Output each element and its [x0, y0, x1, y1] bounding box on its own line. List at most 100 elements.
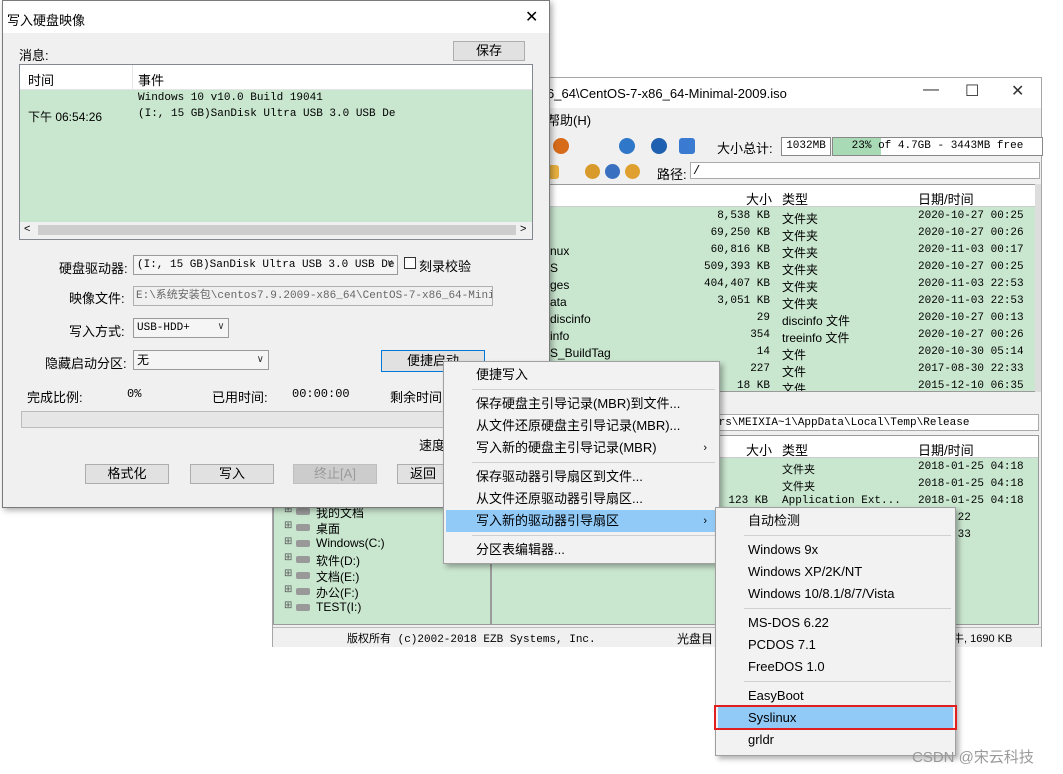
- file-size: 404,407 KB: [703, 278, 770, 290]
- capacity-bar: 23% of 4.7GB - 3443MB free: [832, 137, 1043, 156]
- dialog-close-icon[interactable]: ✕: [525, 7, 538, 27]
- menu-item-partition-editor[interactable]: 分区表编辑器...: [446, 539, 717, 561]
- minimize-icon[interactable]: —: [923, 81, 939, 99]
- elapsed-value: 00:00:00: [292, 387, 350, 401]
- burn-icon[interactable]: [553, 138, 569, 154]
- status-disc: 光盘目: [677, 632, 714, 646]
- hidden-partition-label: 隐藏启动分区:: [45, 356, 127, 371]
- submenu-item-pcdos[interactable]: PCDOS 7.1: [718, 634, 953, 656]
- expand-icon[interactable]: ⊞: [284, 600, 292, 611]
- close-icon[interactable]: ✕: [1011, 81, 1024, 101]
- menu-item-write-mbr[interactable]: 写入新的硬盘主引导记录(MBR) ›: [446, 437, 717, 459]
- iso-file-row[interactable]: ges 404,407 KB 文件夹 2020-11-03 22:53: [550, 277, 1038, 294]
- iso-file-row[interactable]: S 509,393 KB 文件夹 2020-10-27 00:25: [550, 260, 1038, 277]
- submenu-item-win9x[interactable]: Windows 9x: [718, 539, 953, 561]
- drive-select[interactable]: (I:, 15 GB)SanDisk Ultra USB 3.0 USB De ∨: [133, 255, 398, 275]
- submenu-item-auto-detect[interactable]: 自动检测: [718, 510, 953, 532]
- expand-icon[interactable]: ⊞: [284, 552, 292, 563]
- menu-separator: [472, 462, 715, 463]
- submenu-item-winxp[interactable]: Windows XP/2K/NT: [718, 561, 953, 583]
- save-button[interactable]: 保存: [453, 41, 525, 61]
- size-total-value: 1032MB: [781, 137, 831, 156]
- log-hscrollbar[interactable]: < >: [20, 222, 532, 239]
- mount-icon[interactable]: [625, 164, 640, 179]
- write-mode-label: 写入方式:: [69, 324, 125, 339]
- path-field[interactable]: /: [690, 162, 1040, 179]
- tree-item[interactable]: ⊞ 办公(F:): [284, 583, 484, 600]
- chevron-right-icon: ›: [703, 442, 707, 454]
- write-mode-select[interactable]: USB-HDD+ ∨: [133, 318, 229, 338]
- verify-label: 刻录校验: [419, 259, 472, 274]
- submenu-item-freedos[interactable]: FreeDOS 1.0: [718, 656, 953, 678]
- messages-label: 消息:: [19, 48, 49, 63]
- return-button[interactable]: 返回: [397, 464, 449, 484]
- drive-icon: [296, 540, 310, 547]
- watermark: CSDN @宋云科技: [912, 749, 1034, 766]
- image-file-field[interactable]: E:\系统安装包\centos7.9.2009-x86_64\CentOS-7-…: [133, 286, 493, 306]
- menu-item-write-boot-sector[interactable]: 写入新的驱动器引导扇区 ›: [446, 510, 717, 532]
- write-button[interactable]: 写入: [190, 464, 274, 484]
- file-name: ata: [550, 295, 567, 309]
- menu-item-save-mbr[interactable]: 保存硬盘主引导记录(MBR)到文件...: [446, 393, 717, 415]
- menu-separator: [472, 389, 715, 390]
- gear-icon[interactable]: [605, 164, 620, 179]
- iso-scrollbar[interactable]: [1035, 184, 1041, 392]
- iso-file-row[interactable]: discinfo 29 discinfo 文件 2020-10-27 00:13: [550, 311, 1038, 328]
- menu-item-write-boot-sector-label: 写入新的驱动器引导扇区: [476, 513, 620, 528]
- tree-item-label: Windows(C:): [316, 536, 385, 550]
- submenu-item-easyboot[interactable]: EasyBoot: [718, 685, 953, 707]
- log-time-2: 下午 06:54:26: [28, 110, 103, 124]
- iso-file-row[interactable]: ata 3,051 KB 文件夹 2020-11-03 22:53: [550, 294, 1038, 311]
- tools-icon[interactable]: [585, 164, 600, 179]
- hidden-partition-value: 无: [137, 353, 150, 367]
- file-name: discinfo: [550, 312, 591, 326]
- file-date: 2020-10-27 00:25: [918, 261, 1024, 273]
- local-col-date: 日期/时间: [918, 443, 974, 458]
- format-button[interactable]: 格式化: [85, 464, 169, 484]
- tree-item-label: TEST(I:): [316, 600, 362, 614]
- iso-file-row[interactable]: 69,250 KB 文件夹 2020-10-27 00:26: [550, 226, 1038, 243]
- log-body: Windows 10 v10.0 Build 19041 下午 06:54:26…: [20, 90, 532, 222]
- local-col-type: 类型: [782, 443, 809, 458]
- menu-item-quick-write[interactable]: 便捷写入: [446, 364, 717, 386]
- tree-item[interactable]: ⊞ TEST(I:): [284, 599, 484, 616]
- file-date: 2020-10-27 00:26: [918, 329, 1024, 341]
- file-date: 2020-11-03 22:53: [918, 295, 1024, 307]
- help-icon[interactable]: [651, 138, 667, 154]
- scroll-left-icon[interactable]: <: [24, 223, 30, 235]
- progress-bar: [21, 411, 447, 428]
- expand-icon[interactable]: ⊞: [284, 536, 292, 547]
- expand-icon[interactable]: ⊞: [284, 568, 292, 579]
- verify-checkbox[interactable]: [404, 257, 416, 269]
- tree-item[interactable]: ⊞ 文档(E:): [284, 567, 484, 584]
- menu-help[interactable]: 帮助(H): [547, 110, 591, 129]
- drive-icon: [296, 572, 310, 579]
- info-icon[interactable]: [619, 138, 635, 154]
- menu-item-restore-mbr[interactable]: 从文件还原硬盘主引导记录(MBR)...: [446, 415, 717, 437]
- iso-file-row[interactable]: 8,538 KB 文件夹 2020-10-27 00:25: [550, 209, 1038, 226]
- local-path-field[interactable]: ers\MEIXIA~1\AppData\Local\Temp\Release: [709, 414, 1039, 431]
- submenu-item-win10[interactable]: Windows 10/8.1/8/7/Vista: [718, 583, 953, 605]
- file-date: 2020-10-27 00:25: [918, 210, 1024, 222]
- exit-icon[interactable]: [679, 138, 695, 154]
- scroll-right-icon[interactable]: >: [520, 223, 526, 235]
- abort-button[interactable]: 终止[A]: [293, 464, 377, 484]
- iso-list-header: 大小 类型 日期/时间: [550, 185, 1038, 207]
- annotation-highlight-box: [714, 705, 957, 730]
- file-name: S_BuildTag: [550, 346, 611, 360]
- quick-boot-menu: 便捷写入 保存硬盘主引导记录(MBR)到文件... 从文件还原硬盘主引导记录(M…: [443, 361, 720, 564]
- menu-item-save-boot-sector[interactable]: 保存驱动器引导扇区到文件...: [446, 466, 717, 488]
- dialog-title: 写入硬盘映像: [7, 13, 86, 28]
- submenu-item-msdos[interactable]: MS-DOS 6.22: [718, 612, 953, 634]
- scroll-thumb[interactable]: [38, 225, 516, 235]
- menu-item-restore-boot-sector[interactable]: 从文件还原驱动器引导扇区...: [446, 488, 717, 510]
- maximize-icon[interactable]: ☐: [965, 81, 979, 101]
- iso-file-row[interactable]: info 354 treeinfo 文件 2020-10-27 00:26: [550, 328, 1038, 345]
- expand-icon[interactable]: ⊞: [284, 584, 292, 595]
- iso-file-row[interactable]: S_BuildTag 14 文件 2020-10-30 05:14: [550, 345, 1038, 362]
- status-right: 牛, 1690 KB: [953, 633, 1013, 645]
- hidden-partition-select[interactable]: 无 ∨: [133, 350, 269, 370]
- expand-icon[interactable]: ⊞: [284, 520, 292, 531]
- iso-file-row[interactable]: nux 60,816 KB 文件夹 2020-11-03 00:17: [550, 243, 1038, 260]
- file-size: 60,816 KB: [710, 244, 770, 256]
